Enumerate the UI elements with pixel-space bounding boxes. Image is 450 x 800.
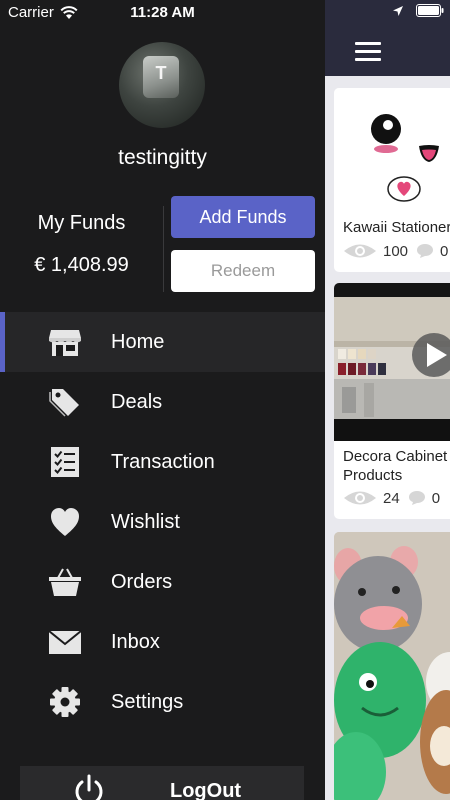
decora-cabinet-image [334,283,450,441]
location-arrow-icon [393,5,403,16]
funds-amount: € 1,408.99 [34,254,129,276]
avatar-letter: T [155,63,167,83]
funds-label: My Funds [37,212,126,234]
comment-icon [417,244,434,258]
basket-icon [49,568,81,596]
logout-label: LogOut [170,780,242,800]
envelope-icon [48,630,82,654]
card-title: Decora Cabinet Products [343,447,450,485]
redeem-button[interactable]: Redeem [171,250,315,292]
menu-item-label: Settings [111,690,184,713]
store-icon [49,330,81,356]
menu-item-orders[interactable]: Orders [0,552,325,612]
product-card[interactable]: Decora Cabinet Products 24 0 [334,283,450,519]
hamburger-menu-icon[interactable] [355,42,381,62]
view-count: 100 [383,242,409,260]
product-card[interactable] [334,532,450,800]
menu-item-settings[interactable]: Settings [0,672,325,732]
menu-item-home[interactable]: Home [0,312,325,372]
checklist-icon [51,447,79,477]
eye-icon [344,244,376,258]
view-count: 24 [383,489,400,507]
menu-item-wishlist[interactable]: Wishlist [0,492,325,552]
menu-item-label: Wishlist [111,510,180,533]
plush-toys-image [334,532,450,800]
username: testingitty [118,146,207,169]
battery-icon [416,4,444,17]
add-funds-button[interactable]: Add Funds [171,196,315,238]
main-feed: Kawaii Stationery 100 0 Decora Cabinet P… [325,0,450,800]
comment-icon [408,491,425,505]
menu-item-transaction[interactable]: Transaction [0,432,325,492]
power-icon [75,774,103,800]
menu-item-deals[interactable]: Deals [0,372,325,432]
tag-icon [49,389,79,417]
avatar[interactable]: T [119,42,205,128]
kawaii-stationery-image [334,88,450,208]
funds-divider [163,206,164,292]
comment-count: 0 [440,242,449,260]
menu-item-label: Orders [111,570,173,593]
heart-icon [51,508,79,536]
menu-item-label: Home [111,330,165,353]
menu-item-label: Deals [111,390,163,413]
avatar-key-image: T [143,56,179,98]
menu-item-label: Inbox [111,630,160,653]
menu-item-label: Transaction [111,450,215,473]
card-title-line-1: Decora Cabinet [343,448,448,465]
comment-count: 0 [431,489,441,507]
side-drawer: T testingitty My Funds € 1,408.99 Add Fu… [0,0,325,800]
card-stats: 100 0 [343,242,450,260]
product-card[interactable]: Kawaii Stationery 100 0 [334,88,450,272]
card-stats: 24 0 [343,489,448,507]
status-bar: Carrier 11:28 AM [0,0,450,26]
card-title-line-2: Products [343,467,403,484]
drawer-menu: Home Deals Transaction Wishlist Orders I… [0,312,325,732]
eye-icon [344,491,376,505]
gear-icon [50,687,80,717]
card-title: Kawaii Stationery [343,219,450,236]
logout-button[interactable]: LogOut [20,766,304,800]
status-time: 11:28 AM [130,4,195,21]
menu-item-inbox[interactable]: Inbox [0,612,325,672]
